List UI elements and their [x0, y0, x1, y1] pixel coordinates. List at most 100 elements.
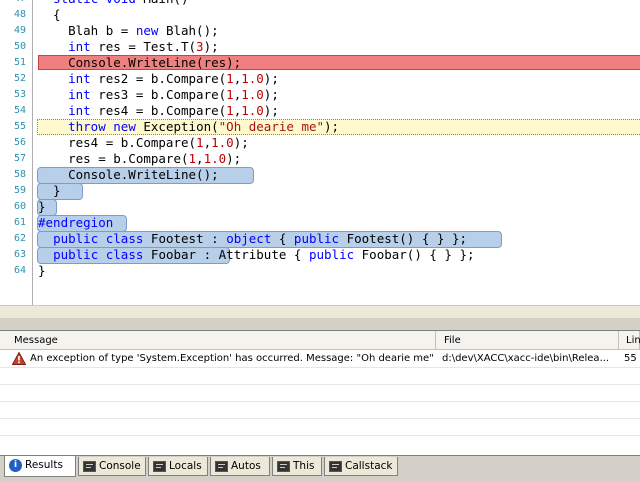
code-token: 1.0 — [211, 135, 234, 150]
code-token: #endregion — [38, 215, 114, 230]
line-number: 52 — [13, 73, 26, 84]
line-number: 54 — [13, 105, 26, 116]
code-token: 1 — [226, 71, 234, 86]
tab-label: This — [293, 460, 315, 472]
grid-line — [0, 401, 640, 402]
code-token: 3 — [196, 39, 204, 54]
console-icon — [329, 461, 342, 472]
code-line[interactable]: int res4 = b.Compare(1,1.0); — [38, 103, 279, 119]
code-token: 1 — [226, 103, 234, 118]
code-token: res = Test.T( — [90, 39, 197, 54]
code-token: new — [113, 119, 136, 134]
tab-results[interactable]: i Results — [4, 456, 76, 477]
code-token: static — [53, 0, 98, 6]
code-token: res4 = b.Compare( — [38, 135, 197, 150]
console-icon — [153, 461, 166, 472]
error-file: d:\dev\XACC\xacc-ide\bin\Relea... — [442, 353, 610, 364]
line-number: 51 — [13, 57, 26, 68]
code-token: 1.0 — [241, 103, 264, 118]
code-line[interactable]: public class Foobar : Attribute { public… — [38, 247, 475, 263]
warning-icon — [12, 352, 26, 365]
code-token: ); — [263, 103, 279, 118]
code-line[interactable]: { — [38, 7, 61, 23]
tab-callstack[interactable]: Callstack — [324, 457, 398, 476]
tab-this[interactable]: This — [272, 457, 322, 476]
code-line[interactable]: Blah b = new Blah(); — [38, 23, 219, 39]
code-token: Console.WriteLine(res); — [38, 55, 242, 70]
line-number: 48 — [13, 9, 26, 20]
code-token: public — [308, 247, 355, 262]
code-line[interactable]: } — [38, 183, 61, 199]
column-header-message[interactable]: Message — [0, 331, 436, 350]
tab-label: Console — [99, 460, 141, 472]
code-token: class — [105, 231, 144, 246]
code-line[interactable]: static void Main() — [38, 0, 188, 7]
code-line[interactable]: throw new Exception("Oh dearie me"); — [38, 119, 339, 135]
code-token: , — [196, 151, 204, 166]
code-token: Console.WriteLine(); — [38, 167, 219, 182]
code-token: { — [271, 231, 294, 246]
code-line[interactable]: Console.WriteLine(res); — [38, 55, 241, 71]
column-header-file[interactable]: File — [436, 331, 619, 350]
error-message: An exception of type 'System.Exception' … — [30, 353, 434, 364]
tab-locals[interactable]: Locals — [148, 457, 208, 476]
code-line[interactable]: int res = Test.T(3); — [38, 39, 219, 55]
column-header-line[interactable]: Lin — [619, 331, 640, 350]
code-token: ); — [263, 87, 279, 102]
code-token: } — [38, 183, 61, 198]
gutter-divider — [32, 0, 33, 305]
line-number: 62 — [13, 233, 26, 244]
code-token: public — [53, 231, 99, 246]
code-token: res = b.Compare( — [38, 151, 189, 166]
code-line[interactable]: res = b.Compare(1,1.0); — [38, 151, 241, 167]
code-token: Foobar() { } }; — [354, 247, 475, 262]
info-icon: i — [9, 459, 22, 472]
code-token: 1.0 — [241, 71, 264, 86]
code-line[interactable]: Console.WriteLine(); — [38, 167, 219, 183]
code-token: , — [203, 135, 212, 150]
code-editor[interactable]: 47 static void Main() 48 {49 Blah b = new… — [0, 0, 640, 318]
grid-line — [0, 435, 640, 436]
code-line[interactable]: res4 = b.Compare(1,1.0); — [38, 135, 249, 151]
console-icon — [215, 461, 228, 472]
line-number: 58 — [13, 169, 26, 180]
code-line[interactable]: int res3 = b.Compare(1,1.0); — [38, 87, 279, 103]
code-token: Main() — [136, 0, 188, 6]
code-token: } — [38, 199, 46, 214]
line-number: 61 — [13, 217, 26, 228]
code-token: Footest : — [143, 231, 227, 246]
error-list-panel: Message File Lin An exception of type 'S… — [0, 330, 640, 456]
code-token: } — [38, 263, 46, 278]
code-line[interactable]: int res2 = b.Compare(1,1.0); — [38, 71, 279, 87]
tab-autos[interactable]: Autos — [210, 457, 270, 476]
code-line[interactable]: #endregion — [38, 215, 113, 231]
error-row[interactable]: An exception of type 'System.Exception' … — [0, 350, 640, 367]
code-token: int — [68, 39, 91, 54]
grid-line — [0, 418, 640, 419]
code-token: Blah b = — [38, 23, 136, 38]
code-line[interactable]: } — [38, 263, 46, 279]
grid-line — [0, 384, 640, 385]
code-token: 1.0 — [203, 151, 227, 166]
bottom-tab-bar: i Results Console Locals Autos This Call… — [0, 455, 640, 481]
code-token: ); — [263, 71, 279, 86]
panel-splitter[interactable] — [0, 318, 640, 330]
code-token: 1 — [188, 151, 197, 166]
code-token: ); — [324, 119, 340, 134]
code-token: class — [105, 247, 144, 262]
line-number: 47 — [0, 0, 26, 7]
tab-console[interactable]: Console — [78, 457, 146, 476]
code-line[interactable]: } — [38, 199, 46, 215]
tab-label: Callstack — [345, 460, 393, 472]
code-token: 1.0 — [241, 87, 264, 102]
code-token: object — [226, 231, 272, 246]
code-line[interactable]: public class Footest : object { public F… — [38, 231, 467, 247]
horizontal-scrollbar[interactable] — [0, 305, 640, 318]
grid-line — [0, 367, 640, 368]
